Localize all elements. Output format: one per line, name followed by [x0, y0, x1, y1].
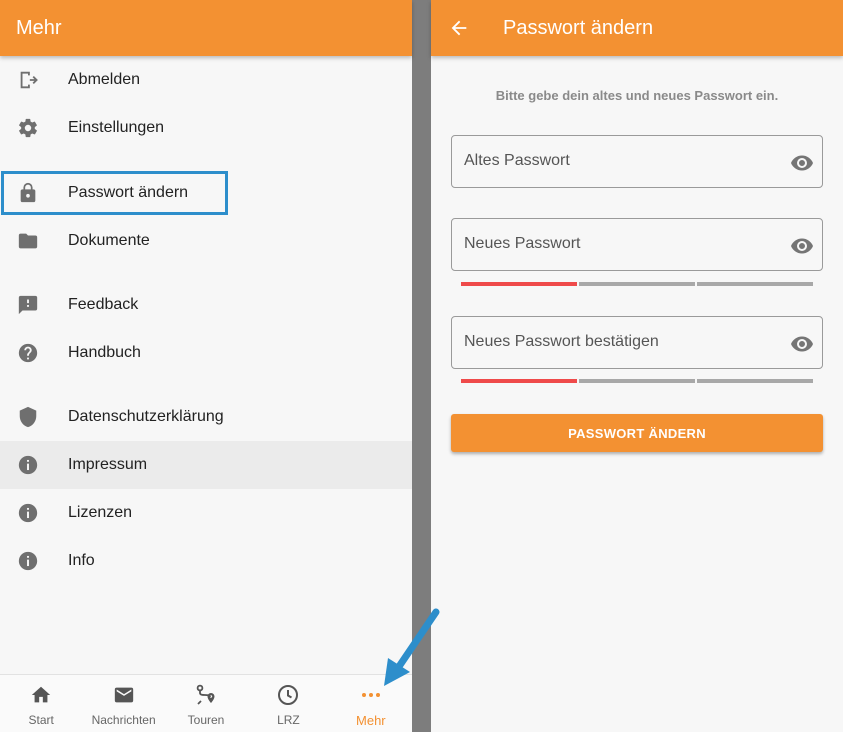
info-icon: [16, 549, 40, 573]
menu-item-label: Datenschutzerklärung: [68, 408, 224, 425]
menu-item-label: Dokumente: [68, 232, 150, 249]
annotation-arrow-icon: [384, 608, 440, 686]
menu-item-impressum[interactable]: Impressum: [0, 441, 412, 489]
strength-segment: [697, 282, 813, 286]
confirm-password-placeholder: Neues Passwort bestätigen: [464, 333, 659, 350]
strength-segment: [579, 379, 695, 383]
nav-start[interactable]: Start: [0, 675, 82, 732]
highlight-frame: [1, 171, 228, 215]
change-password-screen: Passwort ändern Bitte gebe dein altes un…: [431, 0, 843, 732]
menu-item-abmelden[interactable]: Abmelden: [0, 56, 412, 104]
page-title: Mehr: [16, 16, 62, 39]
nav-lrz[interactable]: LRZ: [247, 675, 329, 732]
strength-segment: [697, 379, 813, 383]
nav-label: Mehr: [356, 713, 386, 728]
more-screen: Mehr Abmelden Einstellungen Passwort änd…: [0, 0, 412, 732]
confirm-password-strength-meter: [461, 379, 813, 383]
info-icon: [16, 453, 40, 477]
instruction-text: Bitte gebe dein altes und neues Passwort…: [495, 88, 779, 103]
menu-item-label: Handbuch: [68, 344, 141, 361]
menu-item-label: Feedback: [68, 296, 139, 313]
nav-label: Nachrichten: [91, 713, 156, 727]
menu-item-label: Abmelden: [68, 71, 141, 88]
menu-item-feedback[interactable]: Feedback: [0, 281, 412, 329]
menu-item-label: Einstellungen: [68, 119, 165, 136]
old-password-placeholder: Altes Passwort: [464, 152, 570, 169]
info-icon: [16, 501, 40, 525]
eye-icon[interactable]: [790, 332, 814, 356]
nav-touren[interactable]: Touren: [165, 675, 247, 732]
mail-icon: [112, 683, 136, 707]
menu-item-dokumente[interactable]: Dokumente: [0, 217, 412, 265]
eye-icon[interactable]: [790, 151, 814, 175]
nav-label: LRZ: [277, 713, 300, 727]
menu-item-label: Lizenzen: [68, 504, 133, 521]
menu-item-handbuch[interactable]: Handbuch: [0, 329, 412, 377]
page-title: Passwort ändern: [503, 16, 654, 39]
screen: Mehr Abmelden Einstellungen Passwort änd…: [0, 0, 843, 732]
back-arrow-icon[interactable]: [431, 0, 487, 56]
app-bar: Mehr: [0, 0, 412, 56]
nav-nachrichten[interactable]: Nachrichten: [82, 675, 164, 732]
menu-item-lizenzen[interactable]: Lizenzen: [0, 489, 412, 537]
clock-icon: [276, 683, 300, 707]
home-icon: [29, 683, 53, 707]
route-icon: [194, 683, 218, 707]
new-password-placeholder: Neues Passwort: [464, 235, 581, 252]
nav-label: Touren: [187, 713, 225, 727]
strength-segment: [461, 379, 577, 383]
confirm-password-field[interactable]: Neues Passwort bestätigen: [451, 316, 823, 369]
help-icon: [16, 341, 40, 365]
strength-segment: [579, 282, 695, 286]
shield-icon: [16, 405, 40, 429]
logout-icon: [16, 68, 40, 92]
menu-item-datenschutz[interactable]: Datenschutzerklärung: [0, 393, 412, 441]
change-password-button[interactable]: PASSWORT ÄNDERN: [451, 414, 823, 452]
new-password-strength-meter: [461, 282, 813, 286]
nav-label: Start: [28, 713, 54, 727]
feedback-icon: [16, 293, 40, 317]
bottom-navigation: Start Nachrichten Touren LRZ Mehr: [0, 674, 412, 732]
strength-segment: [461, 282, 577, 286]
folder-icon: [16, 229, 40, 253]
menu-item-einstellungen[interactable]: Einstellungen: [0, 104, 412, 152]
eye-icon[interactable]: [790, 234, 814, 258]
old-password-field[interactable]: Altes Passwort: [451, 135, 823, 188]
menu-item-info[interactable]: Info: [0, 537, 412, 585]
app-bar: Passwort ändern: [431, 0, 843, 56]
menu-item-label: Impressum: [68, 456, 148, 473]
menu-item-label: Info: [68, 552, 95, 569]
new-password-field[interactable]: Neues Passwort: [451, 218, 823, 271]
gear-icon: [16, 116, 40, 140]
